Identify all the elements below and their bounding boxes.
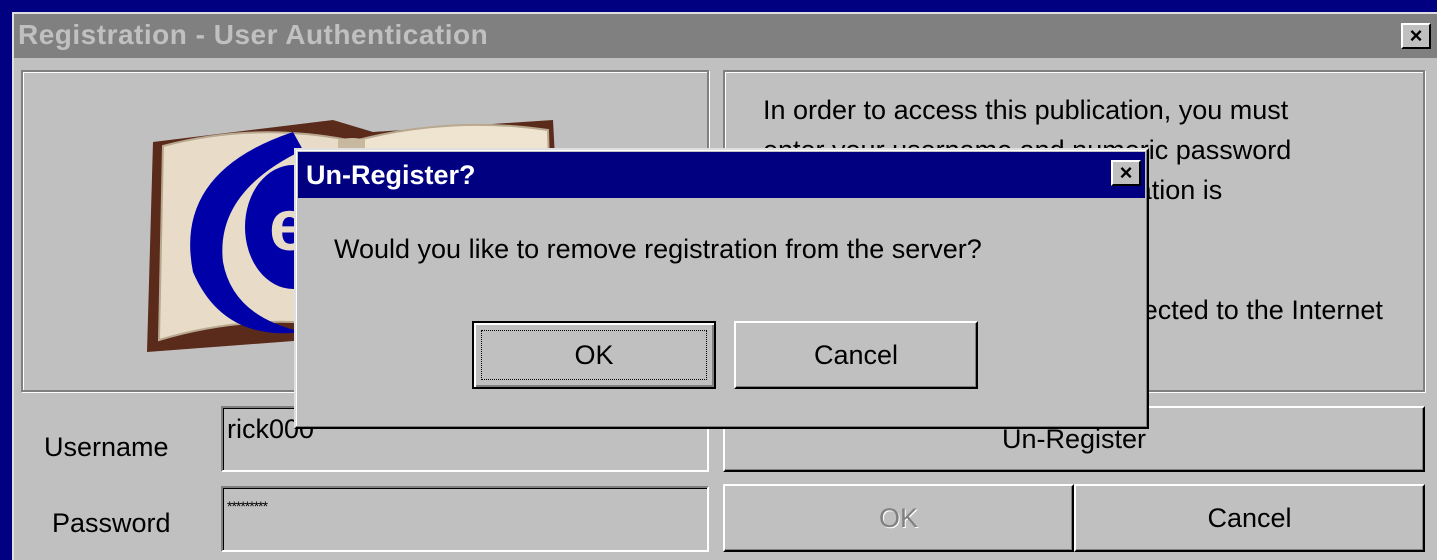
close-icon: × [1409, 23, 1423, 48]
dialog-close-button[interactable]: × [1111, 160, 1141, 186]
password-label: Password [52, 508, 171, 538]
dialog-title: Un-Register? [306, 160, 476, 190]
dialog-ok-button[interactable]: OK [472, 321, 716, 389]
focus-rectangle [481, 330, 707, 380]
close-icon: × [1119, 160, 1133, 185]
main-title-bar[interactable]: Registration - User Authentication × [14, 14, 1437, 58]
ok-button[interactable]: OK [723, 484, 1074, 552]
main-close-button[interactable]: × [1401, 23, 1431, 49]
password-field[interactable]: ********* [221, 486, 709, 552]
dialog-cancel-button[interactable]: Cancel [734, 321, 978, 389]
main-window-title: Registration - User Authentication [18, 19, 489, 50]
username-label: Username [44, 432, 169, 462]
dialog-title-bar[interactable]: Un-Register? × [298, 152, 1145, 198]
dialog-message: Would you like to remove registration fr… [334, 234, 982, 264]
cancel-button[interactable]: Cancel [1074, 484, 1425, 552]
desktop-background-top [0, 0, 300, 12]
unregister-dialog: Un-Register? × Would you like to remove … [294, 148, 1149, 429]
desktop-background [0, 0, 12, 560]
